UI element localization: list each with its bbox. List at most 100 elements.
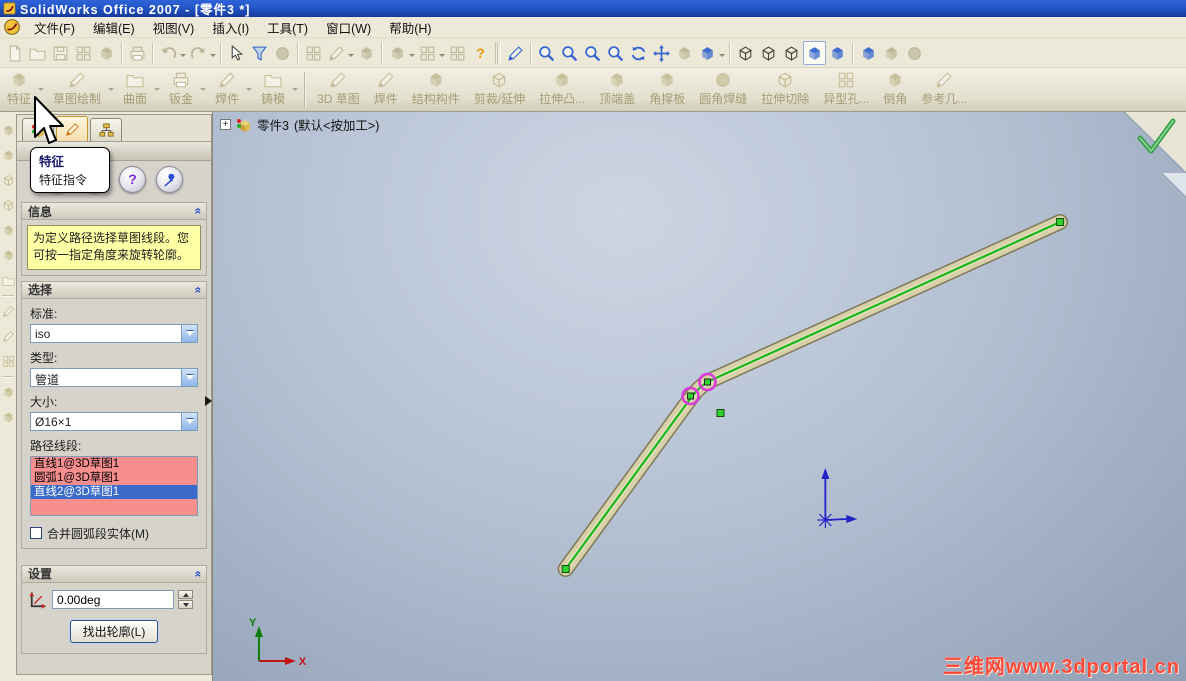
- configurationmanager-tab[interactable]: [90, 118, 122, 141]
- standard-combobox[interactable]: iso: [30, 323, 198, 343]
- open-icon[interactable]: [26, 41, 49, 65]
- measure-dropdown-icon[interactable]: [348, 54, 354, 60]
- collapse-chevron-icon[interactable]: «: [192, 286, 206, 293]
- save-icon[interactable]: [49, 41, 72, 65]
- selection-section-header[interactable]: 选择 «: [22, 281, 206, 299]
- toggle-selection-icon[interactable]: [271, 41, 294, 65]
- feature-tool-icon[interactable]: [2, 218, 15, 243]
- shaded-with-edges-icon[interactable]: [803, 41, 826, 65]
- path-list-item-selected[interactable]: 直线2@3D草图1: [31, 484, 197, 499]
- menu-item-edit[interactable]: 编辑(E): [84, 16, 144, 39]
- tab-surfaces-dropdown-icon[interactable]: [154, 88, 161, 94]
- mass-properties-icon[interactable]: [355, 41, 378, 65]
- view-orientation-icon[interactable]: [696, 41, 719, 65]
- collapse-chevron-icon[interactable]: «: [192, 570, 206, 577]
- realview-icon[interactable]: [903, 41, 926, 65]
- shadow-icon[interactable]: [857, 41, 880, 65]
- make-assembly-icon[interactable]: [95, 41, 118, 65]
- feature-tool-icon[interactable]: [2, 324, 15, 349]
- appearance-dropdown-icon[interactable]: [409, 54, 415, 60]
- options-icon[interactable]: [446, 41, 469, 65]
- make-drawing-icon[interactable]: [72, 41, 95, 65]
- feature-tool-icon[interactable]: [2, 405, 15, 430]
- combo-arrow-icon[interactable]: [181, 368, 197, 386]
- feature-tool-icon[interactable]: [2, 380, 15, 405]
- redo-icon[interactable]: [187, 41, 210, 65]
- appearance-icon[interactable]: [386, 41, 409, 65]
- menu-item-view[interactable]: 视图(V): [144, 16, 204, 39]
- pan-icon[interactable]: [650, 41, 673, 65]
- select-icon[interactable]: [225, 41, 248, 65]
- hidden-lines-visible-icon[interactable]: [757, 41, 780, 65]
- spinner-down-icon[interactable]: [178, 600, 193, 610]
- grid-icon[interactable]: [302, 41, 325, 65]
- feature-tool-icon[interactable]: [2, 268, 15, 293]
- sketch-endpoint[interactable]: [1056, 218, 1065, 226]
- menu-item-help[interactable]: 帮助(H): [380, 16, 440, 39]
- tab-weldments-dropdown-icon[interactable]: [246, 88, 253, 94]
- help-icon[interactable]: ?: [469, 41, 492, 65]
- locate-profile-button[interactable]: 找出轮廓(L): [69, 619, 159, 643]
- tab-sheet-metal[interactable]: 钣金: [162, 68, 200, 111]
- tab-mold-tools-dropdown-icon[interactable]: [292, 88, 299, 94]
- graphics-area[interactable]: + 零件3 (默认<按加工>) Y X 三维网www.3dportal.cn: [212, 112, 1186, 681]
- tab-sketch-dropdown-icon[interactable]: [108, 88, 115, 94]
- menu-item-insert[interactable]: 插入(I): [203, 16, 258, 39]
- measure-icon[interactable]: [325, 41, 348, 65]
- pm-help-button[interactable]: ?: [119, 165, 146, 193]
- sketch-endpoint[interactable]: [561, 565, 570, 573]
- tool-end-cap[interactable]: 顶端盖: [592, 68, 642, 111]
- tool-chamfer[interactable]: 倒角: [876, 68, 914, 111]
- tab-mold-tools[interactable]: 铸模: [254, 68, 292, 111]
- settings-section-header[interactable]: 设置 «: [22, 565, 206, 583]
- menu-item-window[interactable]: 窗口(W): [317, 16, 380, 39]
- path-list-item[interactable]: 直线1@3D草图1: [31, 457, 197, 471]
- sketch-point[interactable]: [716, 409, 725, 417]
- tree-expand-icon[interactable]: +: [220, 119, 231, 130]
- zoom-area-icon[interactable]: [558, 41, 581, 65]
- collapse-chevron-icon[interactable]: «: [192, 208, 206, 215]
- perspective-icon[interactable]: [880, 41, 903, 65]
- feature-tool-icon[interactable]: [2, 118, 15, 143]
- hidden-lines-removed-icon[interactable]: [780, 41, 803, 65]
- feature-tool-icon[interactable]: [2, 299, 15, 324]
- print-icon[interactable]: [126, 41, 149, 65]
- size-combobox[interactable]: Ø16×1: [30, 411, 198, 431]
- menu-item-file[interactable]: 文件(F): [25, 16, 84, 39]
- combo-arrow-icon[interactable]: [181, 412, 197, 430]
- path-list-item[interactable]: 圆弧1@3D草图1: [31, 471, 197, 485]
- shaded-icon[interactable]: [826, 41, 849, 65]
- type-combobox[interactable]: 管道: [30, 367, 198, 387]
- combo-arrow-icon[interactable]: [181, 324, 197, 342]
- rotate-view-icon[interactable]: [627, 41, 650, 65]
- tool-reference-geometry[interactable]: 参考几...: [914, 68, 974, 111]
- tool-trim-extend[interactable]: 剪裁/延伸: [467, 68, 532, 111]
- section-view-icon[interactable]: [673, 41, 696, 65]
- view-wand-icon[interactable]: [504, 41, 527, 65]
- tool-fillet-bead[interactable]: 圆角焊缝: [692, 68, 754, 111]
- tool-structural-member[interactable]: 结构构件: [405, 68, 467, 111]
- message-section-header[interactable]: 信息 «: [22, 203, 206, 220]
- selection-filter-icon[interactable]: [248, 41, 271, 65]
- tab-weldments[interactable]: 焊件: [208, 68, 246, 111]
- new-document-icon[interactable]: [3, 41, 26, 65]
- feature-tool-icon[interactable]: [2, 168, 15, 193]
- feature-tool-icon[interactable]: [2, 349, 15, 374]
- feature-tool-icon[interactable]: [2, 243, 15, 268]
- tool-extruded-cut[interactable]: 拉伸切除: [754, 68, 816, 111]
- undo-icon[interactable]: [157, 41, 180, 65]
- zoom-selection-icon[interactable]: [604, 41, 627, 65]
- structural-member-tube[interactable]: [557, 214, 1069, 577]
- display-pane-icon[interactable]: [416, 41, 439, 65]
- spinner-up-icon[interactable]: [178, 590, 193, 600]
- panel-splitter-arrow[interactable]: [205, 396, 217, 406]
- part-name[interactable]: 零件3: [257, 115, 289, 134]
- feature-tool-icon[interactable]: [2, 193, 15, 218]
- redo-dropdown-icon[interactable]: [210, 54, 216, 60]
- display-pane-dropdown-icon[interactable]: [439, 54, 445, 60]
- tab-features-dropdown-icon[interactable]: [38, 88, 45, 94]
- tool-weldment[interactable]: 焊件: [367, 68, 405, 111]
- wireframe-icon[interactable]: [734, 41, 757, 65]
- model-viewport[interactable]: Y X: [213, 112, 1186, 681]
- zoom-in-out-icon[interactable]: [581, 41, 604, 65]
